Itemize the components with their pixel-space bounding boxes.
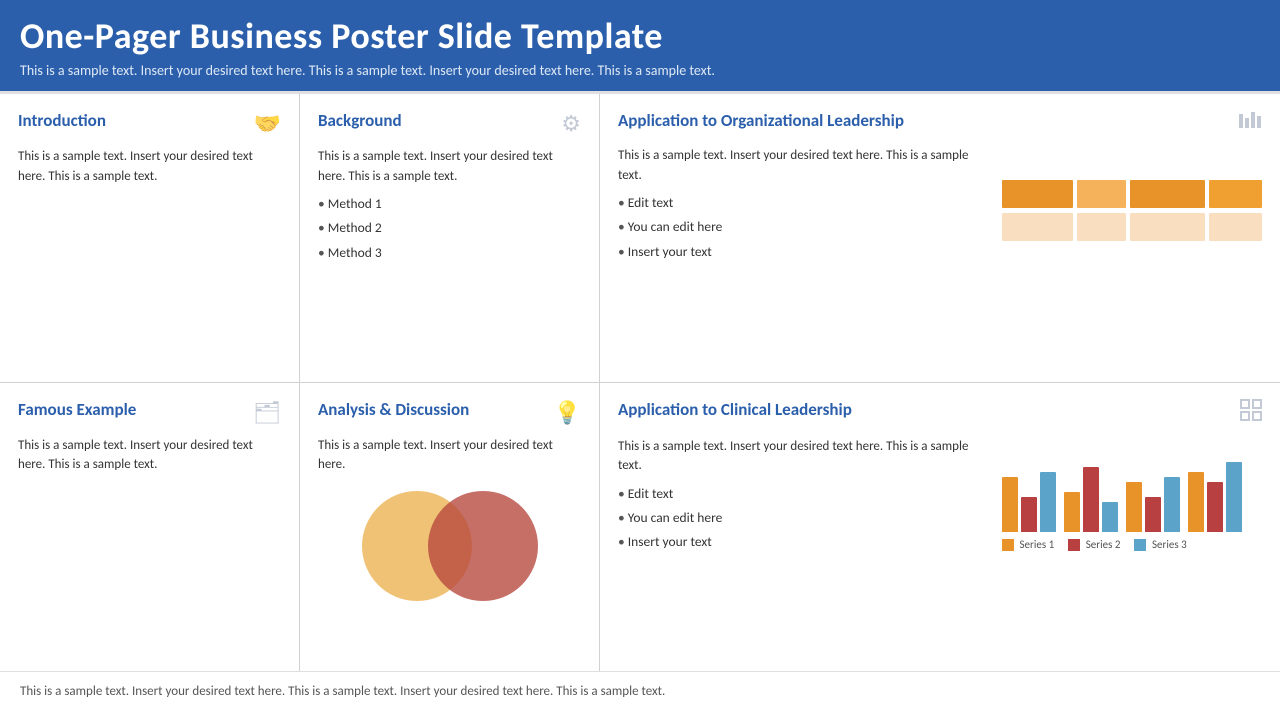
cell-famous-header: Famous Example 🗂 — [18, 399, 281, 426]
bar-segment — [1002, 213, 1073, 241]
cell-app-clinical-header: Application to Clinical Leadership — [618, 399, 1262, 427]
list-item: Insert your text — [618, 532, 992, 552]
grouped-bar-chart — [1002, 452, 1262, 532]
legend-series2: Series 2 — [1068, 538, 1120, 551]
list-item: Edit text — [618, 193, 992, 213]
bar-row-1 — [1002, 180, 1262, 208]
app-clinical-title: Application to Clinical Leadership — [618, 399, 852, 420]
cell-analysis-header: Analysis & Discussion 💡 — [318, 399, 581, 426]
page-title: One-Pager Business Poster Slide Template — [20, 14, 1260, 58]
analysis-title: Analysis & Discussion — [318, 399, 469, 420]
app-org-chart — [1002, 146, 1262, 266]
list-item: Method 1 — [318, 194, 581, 214]
gear-icon: ⚙ — [561, 110, 581, 137]
app-org-title: Application to Organizational Leadership — [618, 110, 904, 131]
bar-series2 — [1145, 497, 1161, 532]
bar-series3 — [1102, 502, 1118, 532]
cell-app-org: Application to Organizational Leadership… — [600, 94, 1280, 383]
bar-series1 — [1064, 492, 1080, 532]
list-item: Method 3 — [318, 243, 581, 263]
bar-series3 — [1164, 477, 1180, 532]
bar-segment — [1077, 213, 1126, 241]
bar-series1 — [1188, 472, 1204, 532]
bar-series3 — [1226, 462, 1242, 532]
cell-app-org-header: Application to Organizational Leadership — [618, 110, 1262, 136]
horizontal-bar-chart — [1002, 180, 1262, 246]
famous-title: Famous Example — [18, 399, 136, 420]
bar-series1 — [1002, 477, 1018, 532]
background-list: Method 1 Method 2 Method 3 — [318, 194, 581, 263]
bar-group — [1188, 462, 1242, 532]
background-body: This is a sample text. Insert your desir… — [318, 147, 581, 263]
handshake-icon: 🤝 — [254, 110, 281, 137]
footer: This is a sample text. Insert your desir… — [0, 671, 1280, 711]
introduction-body: This is a sample text. Insert your desir… — [18, 147, 281, 186]
bar-group — [1064, 467, 1118, 532]
bar-series1 — [1126, 482, 1142, 532]
chart-legend: Series 1 Series 2 Series 3 — [1002, 538, 1262, 551]
legend-series3: Series 3 — [1134, 538, 1186, 551]
bar-series2 — [1021, 497, 1037, 532]
bar-segment — [1077, 180, 1126, 208]
famous-body: This is a sample text. Insert your desir… — [18, 436, 281, 475]
app-clinical-list: Edit text You can edit here Insert your … — [618, 484, 992, 553]
cell-introduction: Introduction 🤝 This is a sample text. In… — [0, 94, 300, 383]
app-org-list: Edit text You can edit here Insert your … — [618, 193, 992, 262]
bulb-icon: 💡 — [554, 399, 581, 426]
app-clinical-chart: Series 1 Series 2 Series 3 — [1002, 437, 1262, 557]
bar-segment — [1130, 213, 1205, 241]
list-item: Edit text — [618, 484, 992, 504]
cell-app-clinical: Application to Clinical Leadership This … — [600, 383, 1280, 672]
list-item: You can edit here — [618, 508, 992, 528]
cell-famous: Famous Example 🗂 This is a sample text. … — [0, 383, 300, 672]
header: One-Pager Business Poster Slide Template… — [0, 0, 1280, 91]
app-clinical-content: This is a sample text. Insert your desir… — [618, 437, 1262, 557]
bar-segment — [1002, 180, 1073, 208]
cell-background-header: Background ⚙ — [318, 110, 581, 137]
bar-segment — [1209, 213, 1262, 241]
background-title: Background — [318, 110, 402, 131]
bar-series2 — [1083, 467, 1099, 532]
app-org-text: This is a sample text. Insert your desir… — [618, 146, 992, 266]
list-item: You can edit here — [618, 217, 992, 237]
cell-analysis: Analysis & Discussion 💡 This is a sample… — [300, 383, 600, 672]
app-clinical-text: This is a sample text. Insert your desir… — [618, 437, 992, 557]
bar-segment — [1130, 180, 1205, 208]
bar-group — [1002, 472, 1056, 532]
folder-icon: 🗂 — [253, 399, 281, 426]
cell-background: Background ⚙ This is a sample text. Inse… — [300, 94, 600, 383]
legend-series1: Series 1 — [1002, 538, 1054, 551]
expand-icon — [1240, 399, 1262, 427]
introduction-title: Introduction — [18, 110, 106, 131]
bar-row-2 — [1002, 213, 1262, 241]
footer-text: This is a sample text. Insert your desir… — [20, 684, 665, 699]
cell-introduction-header: Introduction 🤝 — [18, 110, 281, 137]
bar-series2 — [1207, 482, 1223, 532]
main-grid: Introduction 🤝 This is a sample text. In… — [0, 91, 1280, 671]
list-item: Method 2 — [318, 218, 581, 238]
bar-segment — [1209, 180, 1262, 208]
analysis-body: This is a sample text. Insert your desir… — [318, 436, 581, 475]
bar-series3 — [1040, 472, 1056, 532]
list-item: Insert your text — [618, 242, 992, 262]
bar-group — [1126, 477, 1180, 532]
barchart-icon — [1238, 110, 1262, 136]
venn-circle-right — [428, 491, 538, 601]
venn-diagram — [318, 491, 581, 601]
app-org-content: This is a sample text. Insert your desir… — [618, 146, 1262, 266]
header-subtitle: This is a sample text. Insert your desir… — [20, 62, 1260, 79]
